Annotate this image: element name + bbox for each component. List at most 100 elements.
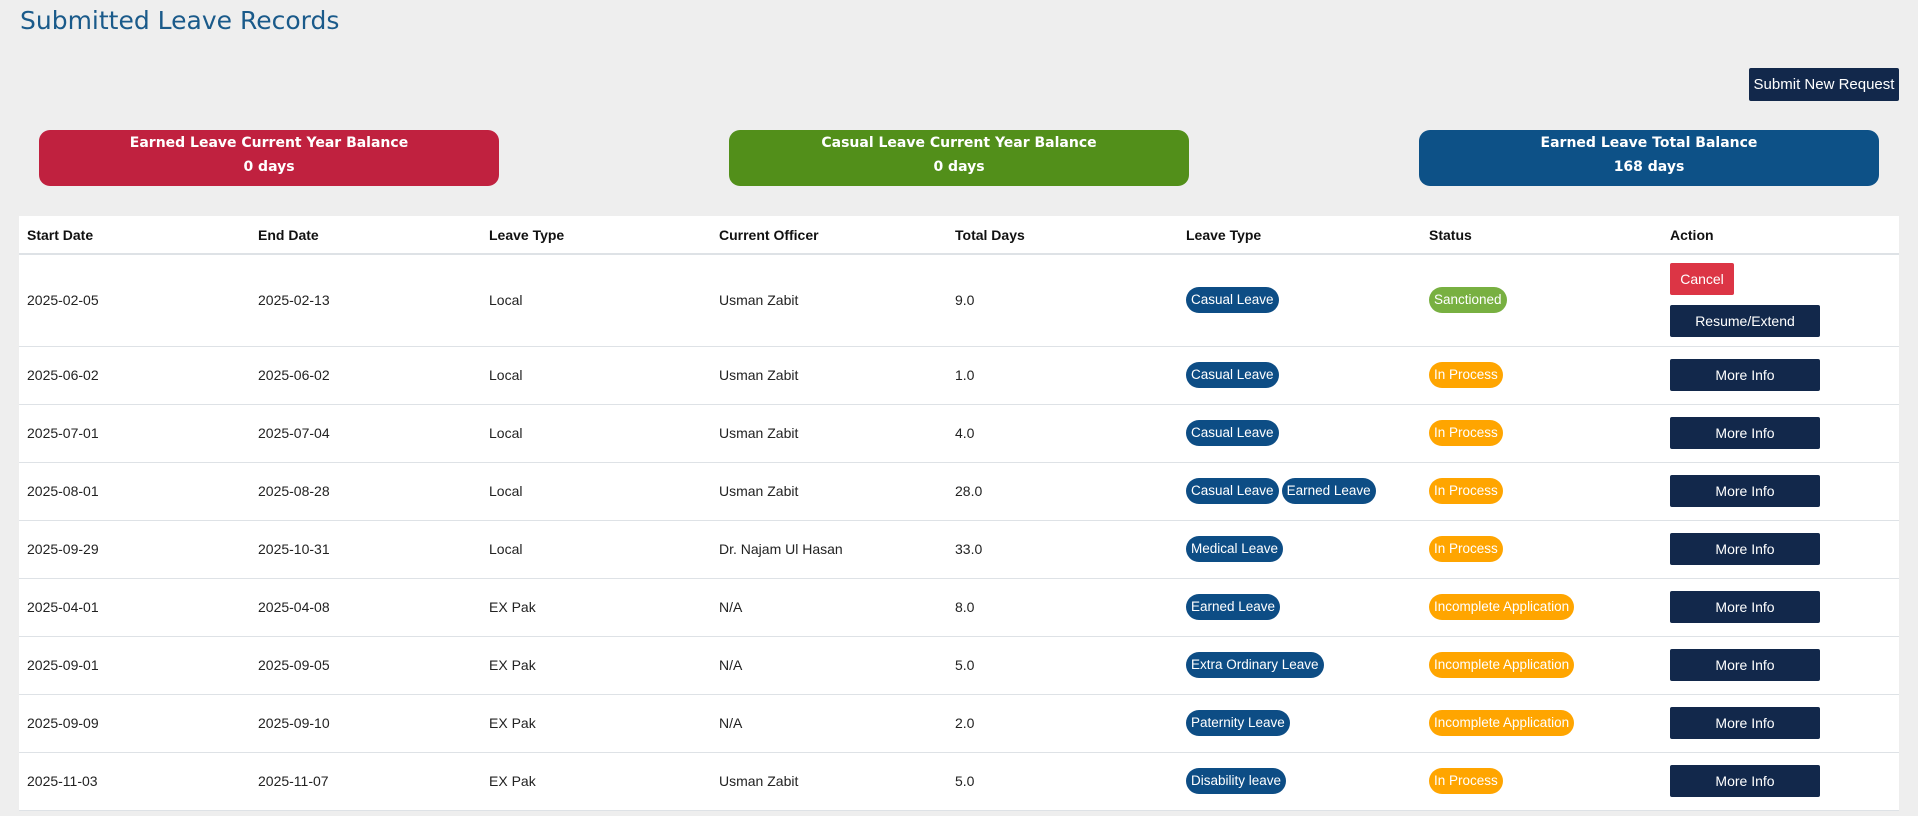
total-days-cell: 33.0 bbox=[947, 520, 1178, 579]
leave-type-badge: Disability leave bbox=[1186, 768, 1287, 794]
leave-location-cell: Local bbox=[481, 404, 711, 463]
action-cell: More Info bbox=[1662, 462, 1899, 521]
status-badge: In Process bbox=[1429, 768, 1503, 794]
action-cell: More Info bbox=[1662, 346, 1899, 405]
current-officer-cell: Usman Zabit bbox=[711, 752, 947, 811]
total-days-cell: 28.0 bbox=[947, 462, 1178, 521]
start-date-cell: 2025-04-01 bbox=[19, 578, 250, 637]
total-days-cell: 2.0 bbox=[947, 694, 1178, 753]
card-value: 0 days bbox=[243, 159, 295, 175]
leave-location-cell: EX Pak bbox=[481, 636, 711, 695]
more-info-button[interactable]: More Info bbox=[1670, 533, 1820, 565]
column-header[interactable]: Leave Type bbox=[481, 216, 711, 255]
status-badge: Incomplete Application bbox=[1429, 652, 1575, 678]
total-days-cell: 5.0 bbox=[947, 752, 1178, 811]
start-date-cell: 2025-09-01 bbox=[19, 636, 250, 695]
column-header[interactable]: Total Days bbox=[947, 216, 1178, 255]
current-officer-cell: Dr. Najam Ul Hasan bbox=[711, 520, 947, 579]
current-officer-cell: N/A bbox=[711, 636, 947, 695]
current-officer-cell: Usman Zabit bbox=[711, 404, 947, 463]
status-cell: In Process bbox=[1421, 752, 1662, 811]
leave-type-badge: Earned Leave bbox=[1281, 478, 1376, 504]
cancel-button[interactable]: Cancel bbox=[1670, 263, 1734, 296]
status-badge: In Process bbox=[1429, 536, 1503, 562]
leave-type-badge: Paternity Leave bbox=[1186, 710, 1290, 736]
total-days-cell: 1.0 bbox=[947, 346, 1178, 405]
status-cell: Incomplete Application bbox=[1421, 636, 1662, 695]
column-header[interactable]: Status bbox=[1421, 216, 1662, 255]
leave-type-cell: Paternity Leave bbox=[1178, 694, 1421, 753]
start-date-cell: 2025-09-29 bbox=[19, 520, 250, 579]
current-officer-cell: N/A bbox=[711, 694, 947, 753]
current-officer-cell: Usman Zabit bbox=[711, 346, 947, 405]
resume-extend-button[interactable]: Resume/Extend bbox=[1670, 305, 1820, 338]
end-date-cell: 2025-06-02 bbox=[250, 346, 481, 405]
total-days-cell: 8.0 bbox=[947, 578, 1178, 637]
table-row: 2025-06-02 2025-06-02 Local Usman Zabit … bbox=[19, 346, 1899, 405]
table-row: 2025-02-05 2025-02-13 Local Usman Zabit … bbox=[19, 254, 1899, 347]
status-badge: Incomplete Application bbox=[1429, 594, 1575, 620]
more-info-button[interactable]: More Info bbox=[1670, 475, 1820, 507]
status-cell: Sanctioned bbox=[1421, 254, 1662, 347]
start-date-cell: 2025-08-01 bbox=[19, 462, 250, 521]
action-cell: More Info bbox=[1662, 694, 1899, 753]
page-title: Submitted Leave Records bbox=[20, 6, 340, 35]
status-badge: In Process bbox=[1429, 420, 1503, 446]
card-value: 0 days bbox=[933, 159, 985, 175]
submit-new-request-button[interactable]: Submit New Request bbox=[1749, 68, 1899, 101]
start-date-cell: 2025-09-09 bbox=[19, 694, 250, 753]
casual-leave-current-year-card: Casual Leave Current Year Balance 0 days bbox=[729, 130, 1189, 186]
leave-location-cell: Local bbox=[481, 462, 711, 521]
status-cell: In Process bbox=[1421, 404, 1662, 463]
current-officer-cell: N/A bbox=[711, 578, 947, 637]
start-date-cell: 2025-11-03 bbox=[19, 752, 250, 811]
column-header[interactable]: Leave Type bbox=[1178, 216, 1421, 255]
leave-type-badge: Extra Ordinary Leave bbox=[1186, 652, 1324, 678]
action-cell: Cancel Resume/Extend bbox=[1662, 254, 1899, 347]
start-date-cell: 2025-06-02 bbox=[19, 346, 250, 405]
leave-type-badge: Earned Leave bbox=[1186, 594, 1281, 620]
table-row: 2025-09-29 2025-10-31 Local Dr. Najam Ul… bbox=[19, 520, 1899, 579]
leave-type-cell: Casual Leave bbox=[1178, 404, 1421, 463]
start-date-cell: 2025-02-05 bbox=[19, 254, 250, 347]
leave-type-badge: Casual Leave bbox=[1186, 362, 1279, 388]
action-cell: More Info bbox=[1662, 578, 1899, 637]
status-badge: In Process bbox=[1429, 478, 1503, 504]
more-info-button[interactable]: More Info bbox=[1670, 707, 1820, 739]
leave-type-cell: Casual Leave Earned Leave bbox=[1178, 462, 1421, 521]
action-cell: More Info bbox=[1662, 752, 1899, 811]
end-date-cell: 2025-11-07 bbox=[250, 752, 481, 811]
action-cell: More Info bbox=[1662, 404, 1899, 463]
leave-location-cell: Local bbox=[481, 254, 711, 347]
card-title: Earned Leave Current Year Balance bbox=[129, 135, 409, 151]
total-days-cell: 5.0 bbox=[947, 636, 1178, 695]
end-date-cell: 2025-09-05 bbox=[250, 636, 481, 695]
end-date-cell: 2025-04-08 bbox=[250, 578, 481, 637]
more-info-button[interactable]: More Info bbox=[1670, 765, 1820, 797]
leave-type-badge: Casual Leave bbox=[1186, 478, 1279, 504]
column-header[interactable]: Current Officer bbox=[711, 216, 947, 255]
action-cell: More Info bbox=[1662, 636, 1899, 695]
leave-type-cell: Earned Leave bbox=[1178, 578, 1421, 637]
earned-leave-total-card: Earned Leave Total Balance 168 days bbox=[1419, 130, 1879, 186]
total-days-cell: 9.0 bbox=[947, 254, 1178, 347]
leave-type-cell: Extra Ordinary Leave bbox=[1178, 636, 1421, 695]
leave-type-cell: Casual Leave bbox=[1178, 254, 1421, 347]
card-title: Earned Leave Total Balance bbox=[1540, 135, 1758, 151]
leave-location-cell: EX Pak bbox=[481, 752, 711, 811]
column-header[interactable]: End Date bbox=[250, 216, 481, 255]
more-info-button[interactable]: More Info bbox=[1670, 417, 1820, 449]
total-days-cell: 4.0 bbox=[947, 404, 1178, 463]
end-date-cell: 2025-08-28 bbox=[250, 462, 481, 521]
column-header[interactable]: Start Date bbox=[19, 216, 250, 255]
column-header[interactable]: Action bbox=[1662, 216, 1899, 255]
more-info-button[interactable]: More Info bbox=[1670, 649, 1820, 681]
action-cell: More Info bbox=[1662, 520, 1899, 579]
table-header-row: Start Date End Date Leave Type Current O… bbox=[19, 216, 1899, 255]
more-info-button[interactable]: More Info bbox=[1670, 591, 1820, 623]
more-info-button[interactable]: More Info bbox=[1670, 359, 1820, 391]
end-date-cell: 2025-09-10 bbox=[250, 694, 481, 753]
card-title: Casual Leave Current Year Balance bbox=[821, 135, 1097, 151]
leave-type-badge: Casual Leave bbox=[1186, 287, 1279, 314]
leave-records-table: Start Date End Date Leave Type Current O… bbox=[19, 216, 1899, 811]
